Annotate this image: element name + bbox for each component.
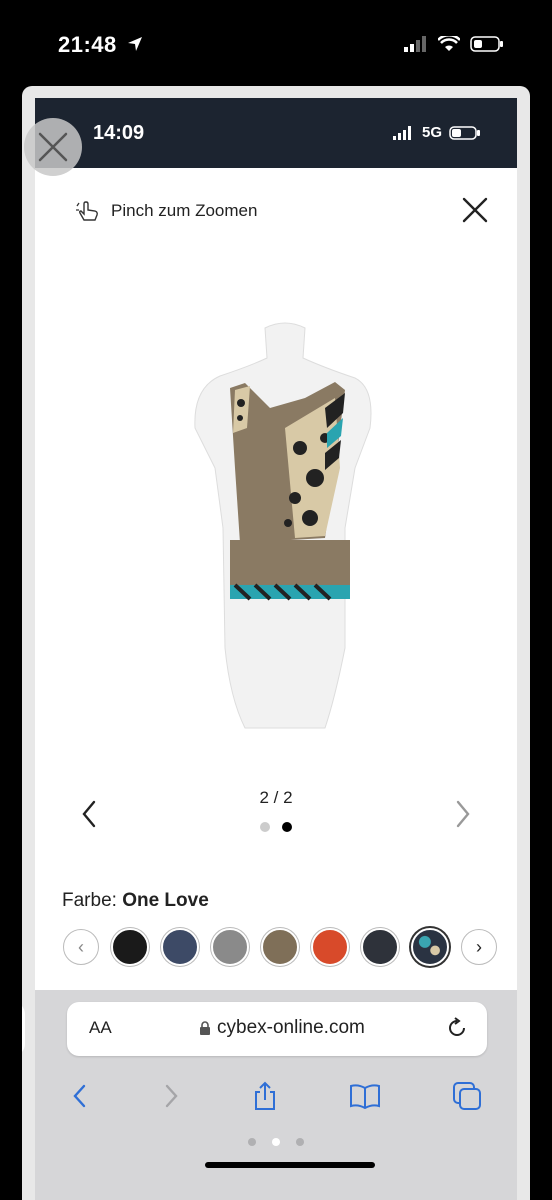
signal-icon xyxy=(404,36,426,52)
previous-tab-edge[interactable] xyxy=(22,1002,25,1056)
color-selection-label: Farbe: One Love xyxy=(62,890,209,912)
reader-mode-button[interactable]: AA xyxy=(89,1018,112,1038)
screenshot-card: 14:09 5G Pinch zum Zoomen 2 / 2 Farbe: O… xyxy=(22,86,530,1200)
swatch-red[interactable] xyxy=(311,928,349,966)
browser-toolbar xyxy=(35,1066,517,1126)
pagination-dot[interactable] xyxy=(260,822,270,832)
outer-status-icons xyxy=(404,36,504,52)
color-swatches: ‹ › xyxy=(63,928,497,966)
home-indicator xyxy=(205,1162,375,1168)
wifi-icon xyxy=(438,36,460,51)
bookmarks-icon[interactable] xyxy=(349,1083,381,1109)
tab-dot xyxy=(296,1138,304,1146)
address-bar[interactable]: AA cybex-online.com xyxy=(67,1002,487,1056)
close-icon xyxy=(38,132,68,162)
share-icon[interactable] xyxy=(252,1081,278,1111)
inner-status-icons: 5G xyxy=(392,124,481,141)
location-arrow-icon xyxy=(128,37,142,51)
swatch-dark-grey[interactable] xyxy=(361,928,399,966)
browser-bottom-bar: AA cybex-online.com xyxy=(22,990,517,1200)
forward-icon[interactable] xyxy=(161,1082,181,1110)
tab-dot-active xyxy=(272,1138,280,1146)
close-icon[interactable] xyxy=(461,196,489,224)
network-label: 5G xyxy=(421,124,442,141)
image-pagination-dots xyxy=(35,822,517,832)
pinch-hint-text: Pinch zum Zoomen xyxy=(111,201,258,220)
url-display[interactable]: cybex-online.com xyxy=(199,1017,365,1039)
color-label: Farbe: xyxy=(62,890,117,911)
swatch-navy[interactable] xyxy=(161,928,199,966)
inner-status-bar: 14:09 5G xyxy=(35,98,517,168)
back-icon[interactable] xyxy=(70,1082,90,1110)
swatch-next-button[interactable]: › xyxy=(461,929,497,965)
product-viewer: Pinch zum Zoomen 2 / 2 Farbe: One Love ‹… xyxy=(35,168,517,990)
swatch-one-love[interactable] xyxy=(411,928,449,966)
signal-icon xyxy=(392,125,411,140)
swatch-prev-button[interactable]: ‹ xyxy=(63,929,99,965)
inner-time: 14:09 xyxy=(93,122,145,144)
swatch-black[interactable] xyxy=(111,928,149,966)
battery-icon xyxy=(449,125,480,140)
pagination-dot-active[interactable] xyxy=(282,822,292,832)
outer-time: 21:48 xyxy=(58,32,117,57)
overlay-close-button[interactable] xyxy=(24,118,82,176)
tab-group-dots xyxy=(35,1138,517,1146)
reload-icon[interactable] xyxy=(445,1016,469,1040)
lock-icon xyxy=(200,1020,210,1035)
pinch-hint: Pinch zum Zoomen xyxy=(75,200,257,222)
tab-dot xyxy=(248,1138,256,1146)
battery-icon xyxy=(470,36,503,52)
color-value: One Love xyxy=(122,890,209,911)
swatch-grey[interactable] xyxy=(211,928,249,966)
url-text: cybex-online.com xyxy=(217,1017,365,1038)
product-image xyxy=(194,322,372,729)
outer-status-bar: 21:48 xyxy=(0,0,552,88)
swatch-taupe[interactable] xyxy=(261,928,299,966)
pinch-hand-icon xyxy=(76,201,98,221)
tabs-icon[interactable] xyxy=(452,1081,482,1111)
image-counter: 2 / 2 xyxy=(259,788,293,807)
